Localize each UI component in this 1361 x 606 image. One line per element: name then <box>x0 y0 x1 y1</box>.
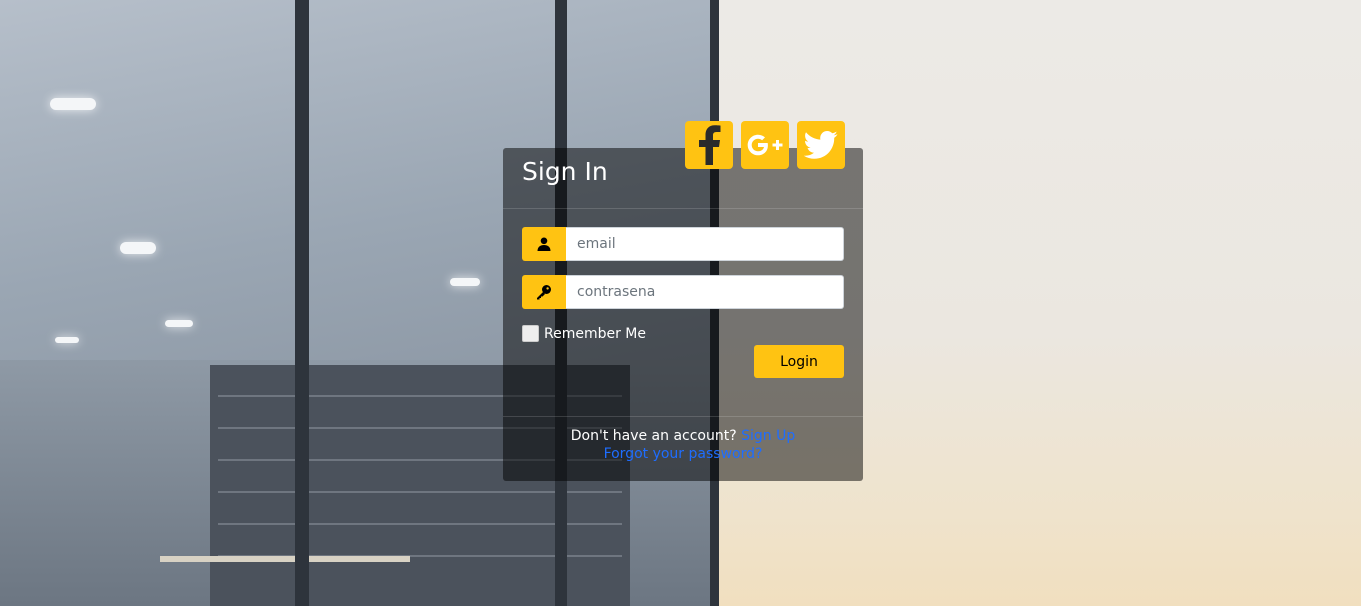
signup-line: Don't have an account? Sign Up <box>503 428 863 444</box>
forgot-line: Forgot your password? <box>503 446 863 462</box>
remember-label[interactable]: Remember Me <box>544 326 646 342</box>
forgot-password-link[interactable]: Forgot your password? <box>604 446 763 462</box>
ceiling-light <box>50 98 96 110</box>
email-group <box>522 227 844 261</box>
user-icon <box>537 237 551 251</box>
twitter-button[interactable] <box>797 121 845 169</box>
twitter-icon <box>804 131 838 159</box>
email-input[interactable] <box>566 227 844 261</box>
card-footer: Don't have an account? Sign Up Forgot yo… <box>503 416 863 481</box>
password-input[interactable] <box>566 275 844 309</box>
email-prepend <box>522 227 566 261</box>
social-icons <box>685 121 845 169</box>
card-header: Sign In <box>503 121 863 209</box>
ceiling-light <box>55 337 79 343</box>
desk <box>160 556 410 562</box>
google-plus-icon <box>747 134 783 156</box>
password-prepend <box>522 275 566 309</box>
page-title: Sign In <box>522 157 608 186</box>
login-button[interactable]: Login <box>754 345 844 378</box>
ceiling-light <box>165 320 193 327</box>
window-frame <box>295 0 309 606</box>
signup-link[interactable]: Sign Up <box>741 428 795 444</box>
remember-checkbox[interactable] <box>522 325 539 342</box>
facebook-button[interactable] <box>685 121 733 169</box>
ceiling-light <box>450 278 480 286</box>
facebook-icon <box>699 125 721 165</box>
no-account-text: Don't have an account? <box>570 428 737 444</box>
sign-in-card: Sign In email Remember Me Login Don't ha… <box>503 121 863 481</box>
ceiling-light <box>120 242 156 254</box>
google-plus-button[interactable] <box>741 121 789 169</box>
password-group <box>522 275 844 309</box>
key-icon <box>537 285 551 300</box>
remember-me: Remember Me <box>522 325 646 342</box>
